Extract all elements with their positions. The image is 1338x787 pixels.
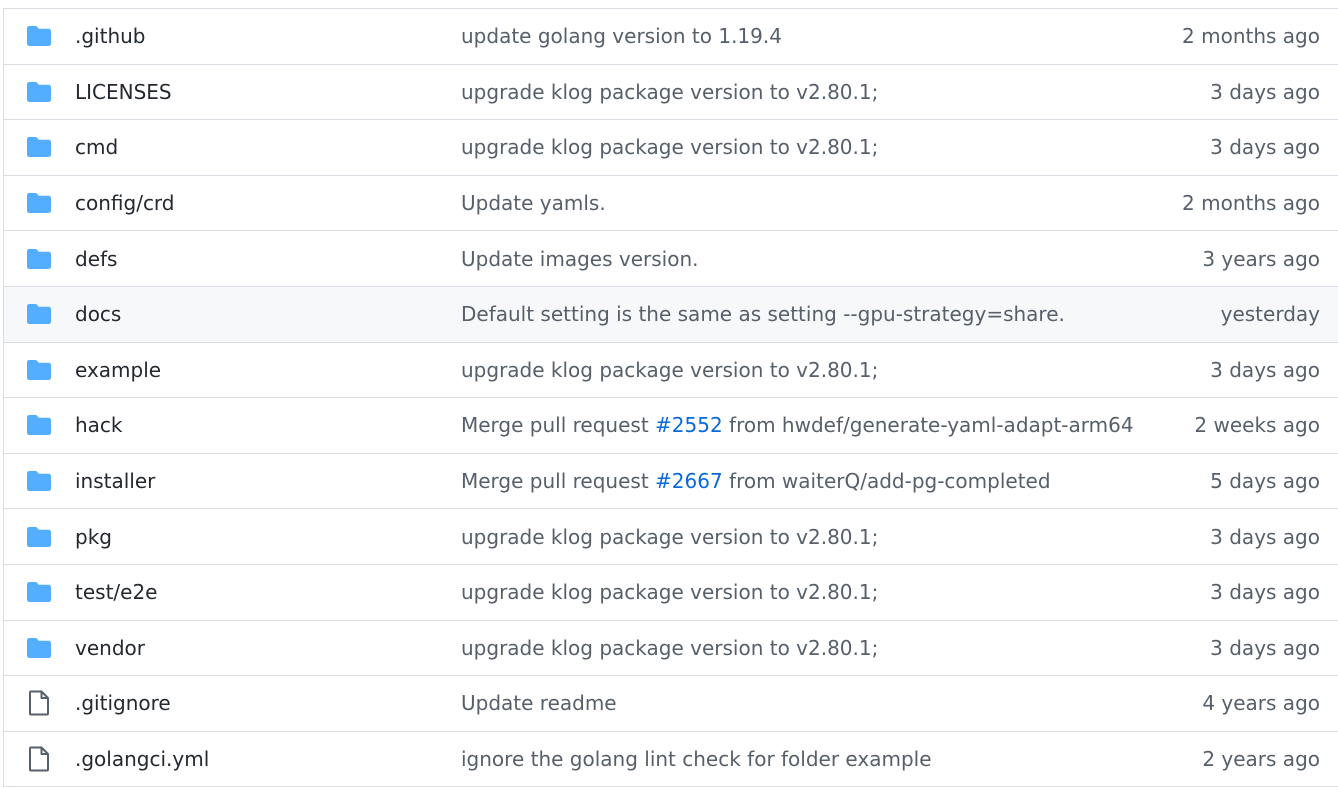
- file-row[interactable]: .golangci.yml ignore the golang lint chec…: [4, 731, 1338, 787]
- file-name-link[interactable]: hack: [75, 413, 123, 437]
- file-row[interactable]: test/e2e upgrade klog package version to …: [4, 564, 1338, 621]
- file-name-link[interactable]: installer: [75, 469, 155, 493]
- commit-message-link[interactable]: upgrade klog package version to v2.80.1;: [461, 80, 878, 104]
- commit-message-prefix: Merge pull request: [461, 469, 656, 494]
- file-name-link[interactable]: config/crd: [75, 191, 175, 215]
- commit-message-link[interactable]: Default setting is the same as setting -…: [461, 302, 1065, 326]
- commit-age: 3 years ago: [1202, 246, 1320, 271]
- commit-age: 3 days ago: [1210, 357, 1320, 382]
- file-row[interactable]: .github update golang version to 1.19.4 2 …: [4, 9, 1338, 65]
- commit-message-suffix: from waiterQ/add-pg-completed: [722, 469, 1051, 494]
- commit-age: 3 days ago: [1210, 580, 1320, 605]
- file-row[interactable]: pkg upgrade klog package version to v2.80…: [4, 509, 1338, 565]
- file-name-link[interactable]: docs: [75, 302, 121, 326]
- commit-age: yesterday: [1220, 302, 1320, 327]
- folder-icon: [26, 136, 52, 158]
- commit-message-link[interactable]: upgrade klog package version to v2.80.1;: [461, 525, 878, 549]
- commit-message-prefix: Merge pull request: [461, 413, 656, 438]
- folder-icon: [26, 470, 52, 492]
- commit-age: 2 weeks ago: [1194, 413, 1320, 438]
- commit-message-link[interactable]: upgrade klog package version to v2.80.1;: [461, 580, 878, 604]
- commit-age: 2 years ago: [1202, 747, 1320, 772]
- commit-age: 3 days ago: [1210, 635, 1320, 660]
- file-list: .github update golang version to 1.19.4 2 …: [3, 8, 1338, 787]
- file-row[interactable]: config/crd Update yamls. 2 months ago: [4, 175, 1338, 232]
- file-row[interactable]: LICENSES upgrade klog package version to …: [4, 64, 1338, 121]
- pull-request-link[interactable]: #2667: [655, 469, 723, 493]
- commit-message-link[interactable]: Update images version.: [461, 247, 698, 271]
- file-name-link[interactable]: defs: [75, 247, 117, 271]
- file-row[interactable]: example upgrade klog package version to v…: [4, 342, 1338, 399]
- commit-message-suffix: from hwdef/generate-yaml-adapt-arm64: [722, 413, 1134, 438]
- folder-icon: [26, 581, 52, 603]
- pull-request-link[interactable]: #2552: [655, 413, 723, 437]
- folder-icon: [26, 359, 52, 381]
- file-row[interactable]: hack Merge pull request #2552 from hwdef/…: [4, 398, 1338, 454]
- file-name-link[interactable]: test/e2e: [75, 580, 157, 604]
- file-name-link[interactable]: pkg: [75, 525, 112, 549]
- folder-icon: [26, 526, 52, 548]
- file-row[interactable]: cmd upgrade klog package version to v2.80…: [4, 120, 1338, 176]
- file-name-link[interactable]: LICENSES: [75, 80, 172, 104]
- folder-icon: [26, 81, 52, 103]
- commit-age: 3 days ago: [1210, 135, 1320, 160]
- commit-age: 2 months ago: [1182, 24, 1320, 49]
- commit-message-link[interactable]: upgrade klog package version to v2.80.1;: [461, 636, 878, 660]
- folder-icon: [26, 25, 52, 47]
- commit-age: 3 days ago: [1210, 79, 1320, 104]
- file-name-link[interactable]: .golangci.yml: [75, 747, 209, 771]
- folder-icon: [26, 303, 52, 325]
- file-name-link[interactable]: example: [75, 358, 161, 382]
- file-row[interactable]: docs Default setting is the same as setti…: [4, 286, 1338, 343]
- commit-message-link[interactable]: upgrade klog package version to v2.80.1;: [461, 135, 878, 159]
- folder-icon: [26, 248, 52, 270]
- folder-icon: [26, 192, 52, 214]
- commit-message-link[interactable]: Merge pull request #2552 from hwdef/gene…: [461, 413, 1134, 437]
- file-name-link[interactable]: vendor: [75, 636, 145, 660]
- file-icon: [26, 746, 52, 772]
- file-name-link[interactable]: .gitignore: [75, 691, 171, 715]
- file-icon: [26, 690, 52, 716]
- file-row[interactable]: defs Update images version. 3 years ago: [4, 231, 1338, 287]
- commit-message-link[interactable]: ignore the golang lint check for folder …: [461, 747, 932, 771]
- commit-age: 4 years ago: [1202, 691, 1320, 716]
- folder-icon: [26, 637, 52, 659]
- commit-age: 3 days ago: [1210, 524, 1320, 549]
- commit-message-link[interactable]: upgrade klog package version to v2.80.1;: [461, 358, 878, 382]
- commit-message-link[interactable]: Update readme: [461, 691, 617, 715]
- file-name-link[interactable]: cmd: [75, 135, 118, 159]
- commit-message-link[interactable]: Update yamls.: [461, 191, 606, 215]
- file-row[interactable]: .gitignore Update readme 4 years ago: [4, 676, 1338, 732]
- commit-message-link[interactable]: Merge pull request #2667 from waiterQ/ad…: [461, 469, 1051, 493]
- file-row[interactable]: vendor upgrade klog package version to v2…: [4, 620, 1338, 677]
- commit-age: 2 months ago: [1182, 191, 1320, 216]
- file-row[interactable]: installer Merge pull request #2667 from w…: [4, 453, 1338, 510]
- commit-message-link[interactable]: update golang version to 1.19.4: [461, 24, 782, 48]
- file-name-link[interactable]: .github: [75, 24, 146, 48]
- folder-icon: [26, 414, 52, 436]
- commit-age: 5 days ago: [1210, 469, 1320, 494]
